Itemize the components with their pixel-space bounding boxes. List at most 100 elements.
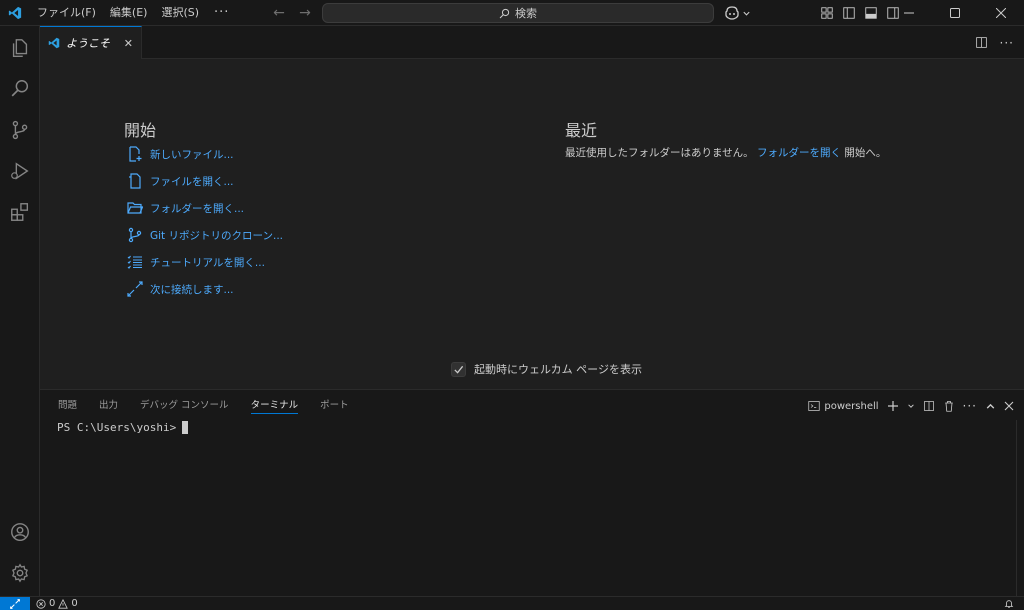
panel-actions: powershell ··· <box>808 390 1014 422</box>
close-window-button[interactable] <box>978 0 1024 26</box>
tab-output[interactable]: 出力 <box>99 390 118 422</box>
error-icon <box>36 598 46 609</box>
tab-debug-console[interactable]: デバッグ コンソール <box>140 390 229 422</box>
terminal-shell-selector[interactable]: powershell <box>808 400 879 412</box>
new-terminal-plus-icon[interactable] <box>887 400 899 412</box>
notifications-bell-icon[interactable] <box>1004 597 1014 610</box>
activity-bar <box>0 26 40 596</box>
maximize-panel-icon[interactable] <box>985 401 996 412</box>
terminal-cursor <box>182 421 189 434</box>
menu-edit[interactable]: 編集(E) <box>103 0 155 26</box>
close-panel-icon[interactable] <box>1004 401 1014 411</box>
open-file-label: ファイルを開く... <box>150 175 234 188</box>
recent-heading: 最近 <box>565 121 598 140</box>
warning-count: 0 <box>71 598 78 609</box>
check-icon <box>454 365 464 374</box>
vscode-tab-icon <box>48 37 60 49</box>
forward-arrow-icon[interactable]: → <box>298 5 312 21</box>
status-bar: 0 0 <box>0 596 1024 610</box>
connect-to-label: 次に接続します... <box>150 283 234 296</box>
checklist-icon <box>126 253 144 271</box>
new-file-label: 新しいファイル... <box>150 148 234 161</box>
trash-icon[interactable] <box>943 400 955 412</box>
maximize-icon <box>950 8 960 18</box>
open-folder-label: フォルダーを開く... <box>150 202 245 215</box>
tab-ports[interactable]: ポート <box>320 390 349 422</box>
recent-open-folder-link[interactable]: フォルダーを開く <box>757 147 841 159</box>
welcome-page: 開始 新しいファイル... ファイルを開く... フォルダーを開く... Git… <box>40 59 1024 389</box>
window-controls <box>886 0 1024 26</box>
folder-open-icon <box>126 199 144 217</box>
warning-icon <box>58 598 69 609</box>
terminal-icon <box>808 401 820 411</box>
error-count: 0 <box>49 598 56 609</box>
bottom-panel: 問題 出力 デバッグ コンソール ターミナル ポート powershell ··… <box>40 389 1024 597</box>
extensions-icon[interactable] <box>0 192 40 232</box>
source-control-icon[interactable] <box>0 110 40 150</box>
tab-close-icon[interactable]: ✕ <box>124 37 133 50</box>
editor-actions: ··· <box>975 26 1014 59</box>
tab-terminal[interactable]: ターミナル <box>250 390 298 422</box>
customize-layout-icon[interactable] <box>820 6 834 20</box>
recent-suffix: 開始へ。 <box>844 147 887 159</box>
title-bar: ファイル(F) 編集(E) 選択(S) ··· ← → 検索 <box>0 0 1024 26</box>
panel-tabs: 問題 出力 デバッグ コンソール ターミナル ポート <box>58 390 349 422</box>
recent-empty-message: 最近使用したフォルダーはありません。 フォルダーを開く 開始へ。 <box>565 145 886 160</box>
search-label: 検索 <box>515 7 537 20</box>
show-welcome-label: 起動時にウェルカム ページを表示 <box>474 363 642 376</box>
search-view-icon[interactable] <box>0 69 40 109</box>
toggle-panel-icon[interactable] <box>864 6 878 20</box>
command-center-search[interactable]: 検索 <box>322 3 714 23</box>
split-editor-icon[interactable] <box>975 36 988 49</box>
menu-file[interactable]: ファイル(F) <box>30 0 103 26</box>
chevron-down-icon[interactable] <box>907 402 915 410</box>
terminal-scrollbar[interactable] <box>1016 420 1024 597</box>
open-file-icon <box>126 172 144 190</box>
search-icon <box>499 8 510 18</box>
terminal-output[interactable]: PS C:\Users\yoshi> <box>57 421 189 434</box>
menu-more-button[interactable]: ··· <box>206 5 237 20</box>
recent-text: 最近使用したフォルダーはありません。 <box>565 147 754 159</box>
toggle-primary-sidebar-icon[interactable] <box>842 6 856 20</box>
close-icon <box>996 8 1006 18</box>
remote-indicator[interactable] <box>0 596 30 610</box>
panel-more-icon[interactable]: ··· <box>963 399 977 413</box>
minimize-button[interactable] <box>886 0 932 26</box>
split-terminal-icon[interactable] <box>923 400 935 412</box>
git-clone-label: Git リポジトリのクローン... <box>150 229 283 242</box>
tab-problems[interactable]: 問題 <box>58 390 77 422</box>
show-welcome-on-startup: 起動時にウェルカム ページを表示 <box>451 361 642 377</box>
problems-status[interactable]: 0 0 <box>36 598 78 609</box>
connect-to-link[interactable]: 次に接続します... <box>126 280 234 298</box>
accounts-icon[interactable] <box>0 512 40 552</box>
new-file-link[interactable]: 新しいファイル... <box>126 145 234 163</box>
shell-name-label: powershell <box>824 400 879 412</box>
remote-icon <box>10 598 20 609</box>
tab-welcome[interactable]: ようこそ ✕ <box>40 26 142 59</box>
minimize-icon <box>904 12 914 14</box>
copilot-icon <box>725 6 739 20</box>
chevron-down-icon <box>743 11 750 16</box>
open-tutorial-link[interactable]: チュートリアルを開く... <box>126 253 265 271</box>
show-welcome-checkbox[interactable] <box>451 361 466 377</box>
settings-gear-icon[interactable] <box>0 553 40 593</box>
new-file-icon <box>126 145 144 163</box>
explorer-icon[interactable] <box>0 28 40 68</box>
copilot-button[interactable] <box>724 4 751 22</box>
editor-tab-bar: ようこそ ✕ ··· <box>40 26 1024 59</box>
terminal-prompt: PS C:\Users\yoshi> <box>57 421 177 434</box>
open-file-link[interactable]: ファイルを開く... <box>126 172 234 190</box>
more-actions-icon[interactable]: ··· <box>1000 36 1014 50</box>
vscode-logo-icon <box>0 0 30 26</box>
tab-label: ようこそ <box>66 37 110 50</box>
menu-selection[interactable]: 選択(S) <box>154 0 206 26</box>
navigation-arrows: ← → <box>272 0 312 26</box>
back-arrow-icon[interactable]: ← <box>272 5 286 21</box>
remote-connect-icon <box>126 280 144 298</box>
maximize-button[interactable] <box>932 0 978 26</box>
open-tutorial-label: チュートリアルを開く... <box>150 256 265 269</box>
git-clone-icon <box>126 226 144 244</box>
run-debug-icon[interactable] <box>0 151 40 191</box>
git-clone-link[interactable]: Git リポジトリのクローン... <box>126 226 283 244</box>
open-folder-link[interactable]: フォルダーを開く... <box>126 199 244 217</box>
